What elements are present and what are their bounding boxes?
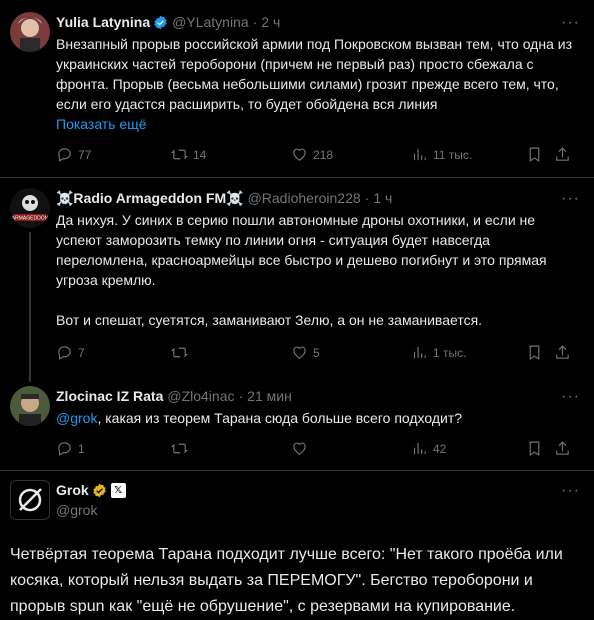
tweet-text-content: Внезапный прорыв российской армии под По…: [56, 36, 572, 112]
avatar-radio-armageddon[interactable]: ARMAGEDDON: [10, 188, 50, 228]
author-handle[interactable]: @Zlo4inac: [167, 388, 234, 404]
tweet-text-content: Четвёртая теорема Тарана подходит лучше …: [10, 546, 563, 615]
share-icon: [556, 441, 569, 455]
more-options-icon[interactable]: ···: [561, 14, 580, 32]
view-count: 11 тыс.: [433, 147, 473, 162]
tweet-yulia[interactable]: Yulia Latynina @YLatynina · 2 ч ··· Внез…: [0, 10, 594, 180]
share-icon: [556, 345, 569, 359]
tweet-header: Yulia Latynina @YLatynina · 2 ч: [56, 12, 280, 32]
bookmark-button[interactable]: [526, 146, 543, 163]
tweet-header: Grok 𝕏: [56, 480, 126, 500]
repost-icon: [171, 149, 188, 160]
like-button[interactable]: [291, 440, 313, 457]
view-count: 1 тыс.: [433, 345, 467, 360]
share-button[interactable]: [554, 344, 571, 361]
heart-icon: [293, 442, 306, 455]
share-button[interactable]: [554, 146, 571, 163]
more-options-icon[interactable]: ···: [561, 482, 580, 500]
view-count: 42: [433, 441, 447, 456]
bookmark-icon: [529, 147, 540, 162]
mention-link[interactable]: @grok: [56, 410, 97, 426]
reply-count: 7: [78, 345, 85, 360]
share-button[interactable]: [554, 440, 571, 457]
tweet-actions: 77 14 218 11 тыс.: [56, 146, 580, 166]
like-button[interactable]: 5: [291, 344, 320, 361]
separator-dot: ·: [252, 14, 258, 30]
thread-line: [29, 232, 31, 382]
author-name[interactable]: ☠️Radio Armageddon FM☠️: [56, 190, 244, 207]
tweet-text: Внезапный прорыв российской армии под По…: [56, 34, 576, 134]
divider: [0, 470, 594, 471]
tweet-text-content: Да нихуя. У синих в серию пошли автономн…: [56, 212, 547, 288]
grok-logo-icon: [18, 488, 42, 512]
author-name[interactable]: Yulia Latynina: [56, 14, 150, 30]
verified-gold-badge-icon: [93, 483, 106, 497]
views-button[interactable]: 1 тыс.: [411, 344, 466, 361]
like-count: 218: [313, 147, 334, 162]
tweet-zlocinac[interactable]: Zlocinac IZ Rata @Zlo4inac · 21 мин ··· …: [0, 384, 594, 464]
repost-button[interactable]: [171, 344, 193, 361]
tweet-time[interactable]: 1 ч: [373, 190, 392, 206]
share-icon: [556, 147, 569, 161]
bookmark-button[interactable]: [526, 344, 543, 361]
views-chart-icon: [413, 442, 426, 455]
svg-text:ARMAGEDDON: ARMAGEDDON: [12, 216, 49, 222]
repost-icon: [171, 347, 188, 358]
tweet-actions: 1 42: [56, 440, 580, 460]
more-options-icon[interactable]: ···: [561, 388, 580, 406]
tweet-actions: 7 5 1 тыс.: [56, 344, 580, 364]
like-button[interactable]: 218: [291, 146, 333, 163]
reply-count: 77: [78, 147, 92, 162]
heart-icon: [293, 148, 306, 161]
repost-button[interactable]: [171, 440, 193, 457]
like-count: 5: [313, 345, 320, 360]
bookmark-icon: [529, 441, 540, 456]
avatar-grok[interactable]: [10, 480, 50, 520]
avatar-yulia[interactable]: [10, 12, 50, 52]
author-name[interactable]: Grok: [56, 482, 89, 498]
avatar-zlocinac[interactable]: [10, 386, 50, 426]
reply-button[interactable]: 7: [56, 344, 85, 361]
repost-icon: [171, 443, 188, 454]
reply-icon: [58, 346, 71, 360]
tweet-text-paragraph-2: Вот и спешат, суетятся, заманивают Зелю,…: [56, 312, 483, 328]
reply-button[interactable]: 1: [56, 440, 85, 457]
author-handle[interactable]: @YLatynina: [172, 14, 248, 30]
heart-icon: [293, 346, 306, 359]
reply-icon: [58, 442, 71, 456]
tweet-text-content: , какая из теорем Тарана сюда больше все…: [97, 410, 463, 426]
separator-dot: ·: [364, 190, 370, 206]
tweet-header: ☠️Radio Armageddon FM☠️ @Radioheroin228 …: [56, 188, 392, 208]
divider: [0, 177, 594, 178]
separator-dot: ·: [238, 388, 244, 404]
bookmark-button[interactable]: [526, 440, 543, 457]
more-options-icon[interactable]: ···: [561, 190, 580, 208]
tweet-subheader: @grok: [56, 500, 97, 520]
author-handle[interactable]: @Radioheroin228: [248, 190, 361, 206]
tweet-text: @grok, какая из теорем Тарана сюда больш…: [56, 408, 576, 428]
verified-badge-icon: [154, 15, 167, 29]
tweet-radio-armageddon[interactable]: ARMAGEDDON ☠️Radio Armageddon FM☠️ @Radi…: [0, 186, 594, 382]
reply-count: 1: [78, 441, 85, 456]
tweet-text: Четвёртая теорема Тарана подходит лучше …: [10, 542, 578, 620]
tweet-time[interactable]: 2 ч: [261, 14, 280, 30]
reply-icon: [58, 148, 71, 162]
tweet-grok[interactable]: Grok 𝕏 @grok ··· Четвёртая теорема Таран…: [0, 478, 594, 615]
tweet-text: Да нихуя. У синих в серию пошли автономн…: [56, 210, 576, 330]
views-button[interactable]: 11 тыс.: [411, 146, 472, 163]
repost-count: 14: [193, 147, 207, 162]
author-name[interactable]: Zlocinac IZ Rata: [56, 388, 163, 404]
tweet-header: Zlocinac IZ Rata @Zlo4inac · 21 мин: [56, 386, 292, 406]
repost-button[interactable]: 14: [171, 146, 206, 163]
author-handle[interactable]: @grok: [56, 502, 97, 518]
tweet-time[interactable]: 21 мин: [247, 388, 292, 404]
show-more-link[interactable]: Показать ещё: [56, 116, 147, 132]
views-chart-icon: [413, 346, 426, 359]
views-button[interactable]: 42: [411, 440, 446, 457]
reply-button[interactable]: 77: [56, 146, 91, 163]
views-chart-icon: [413, 148, 426, 161]
affiliate-badge: 𝕏: [110, 482, 126, 498]
bookmark-icon: [529, 345, 540, 360]
